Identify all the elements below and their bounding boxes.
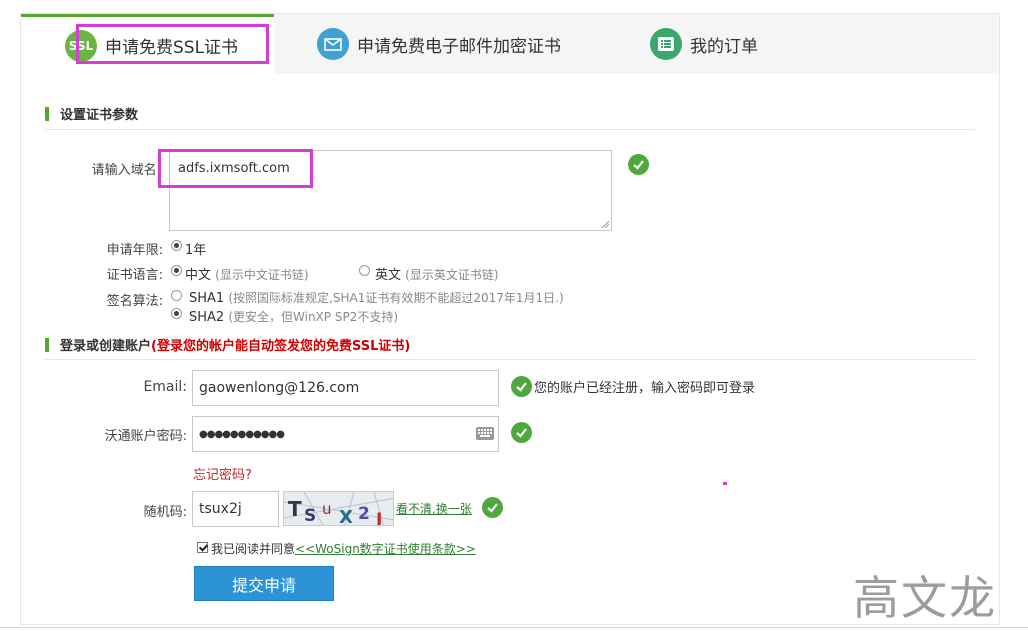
agree-text: 我已阅读并同意<<WoSign数字证书使用条款>>: [211, 540, 476, 557]
keyboard-icon[interactable]: [476, 427, 494, 440]
algorithm-option-sha1: SHA1 (按照国际标准规定,SHA1证书有效期不能超过2017年1月1日.): [189, 289, 564, 306]
divider: [0, 627, 1028, 628]
tab-email-certificate[interactable]: 申请免费电子邮件加密证书: [317, 14, 607, 74]
captcha-noise: T S u X 2 J: [284, 492, 393, 526]
password-value: ●●●●●●●●●●●: [199, 428, 285, 440]
tab-label: 申请免费电子邮件加密证书: [357, 36, 561, 57]
tab-label: 我的订单: [690, 36, 758, 57]
svg-text:X: X: [339, 507, 353, 526]
password-input[interactable]: ●●●●●●●●●●●: [192, 416, 499, 452]
section-title-note: (登录您的帐户能自动签发您的免费SSL证书): [151, 339, 411, 354]
svg-text:T: T: [288, 497, 302, 521]
main-panel: SSL 申请免费SSL证书 申请免费电子邮件加密证书 我的订单 设置证书参数 请…: [20, 13, 1000, 625]
option-label: 中文: [185, 268, 212, 283]
captcha-refresh-link[interactable]: 看不清,换一张: [396, 500, 472, 517]
terms-link[interactable]: <<WoSign数字证书使用条款>>: [295, 542, 476, 556]
algorithm-radio-sha1[interactable]: [171, 290, 182, 301]
stray-mark: [723, 482, 727, 485]
domain-label: 请输入域名:: [91, 163, 161, 178]
agree-label: 我已阅读并同意: [211, 542, 296, 556]
option-hint: (按照国际标准规定,SHA1证书有效期不能超过2017年1月1日.): [228, 291, 564, 305]
algorithm-option-sha2: SHA2 (更安全，但WinXP SP2不支持): [189, 308, 398, 325]
captcha-value: tsux2j: [199, 501, 242, 517]
email-value: gaowenlong@126.com: [199, 380, 360, 396]
divider: [45, 129, 975, 130]
algorithm-label: 签名算法:: [106, 294, 163, 309]
submit-button[interactable]: 提交申请: [194, 566, 334, 601]
resize-handle-icon[interactable]: [601, 220, 609, 228]
captcha-image[interactable]: T S u X 2 J: [283, 491, 394, 526]
section-title-text: 设置证书参数: [60, 108, 139, 123]
years-value: 1年: [185, 243, 207, 258]
option-hint: (显示中文证书链): [215, 268, 309, 282]
tab-my-orders[interactable]: 我的订单: [650, 14, 800, 74]
watermark: 高文龙: [853, 571, 997, 625]
divider: [45, 359, 975, 360]
option-hint: (更安全，但WinXP SP2不支持): [228, 310, 399, 324]
captcha-input[interactable]: tsux2j: [192, 491, 279, 527]
language-option-english: 英文 (显示英文证书链): [375, 264, 499, 283]
option-label: 英文: [375, 268, 402, 283]
option-label: SHA2: [189, 310, 225, 325]
algorithm-radio-sha2[interactable]: [171, 308, 182, 319]
password-label: 沃通账户密码:: [104, 429, 187, 444]
years-label: 申请年限:: [106, 243, 163, 258]
svg-text:u: u: [322, 500, 332, 518]
section-marker: [45, 337, 49, 352]
email-input[interactable]: gaowenlong@126.com: [192, 370, 499, 406]
section-marker: [45, 106, 49, 121]
svg-text:2: 2: [358, 504, 370, 524]
language-radio-chinese[interactable]: [171, 265, 182, 276]
highlight-box: [76, 24, 269, 64]
email-label: Email:: [143, 379, 187, 395]
option-hint: (显示英文证书链): [405, 268, 499, 282]
check-icon: [511, 422, 532, 443]
language-radio-english[interactable]: [359, 265, 370, 276]
language-label: 证书语言:: [106, 268, 163, 283]
highlight-box: [158, 149, 313, 188]
svg-text:S: S: [304, 506, 316, 526]
captcha-label: 随机码:: [143, 505, 187, 520]
envelope-icon: [317, 28, 349, 60]
option-label: SHA1: [189, 291, 225, 306]
check-icon: [628, 154, 649, 175]
years-radio[interactable]: [171, 240, 182, 251]
section-title-cert-params: 设置证书参数: [45, 104, 138, 123]
agree-checkbox[interactable]: [197, 542, 208, 553]
svg-text:J: J: [375, 510, 382, 526]
email-status-message: 您的账户已经注册，输入密码即可登录: [534, 381, 756, 396]
section-title-text: 登录或创建账户: [60, 339, 152, 354]
forgot-password-link[interactable]: 忘记密码?: [193, 464, 252, 483]
check-icon: [482, 497, 503, 518]
section-title-account: 登录或创建账户 (登录您的帐户能自动签发您的免费SSL证书): [45, 335, 410, 354]
language-option-chinese: 中文 (显示中文证书链): [185, 264, 309, 283]
list-icon: [650, 28, 682, 60]
check-icon: [511, 376, 532, 397]
